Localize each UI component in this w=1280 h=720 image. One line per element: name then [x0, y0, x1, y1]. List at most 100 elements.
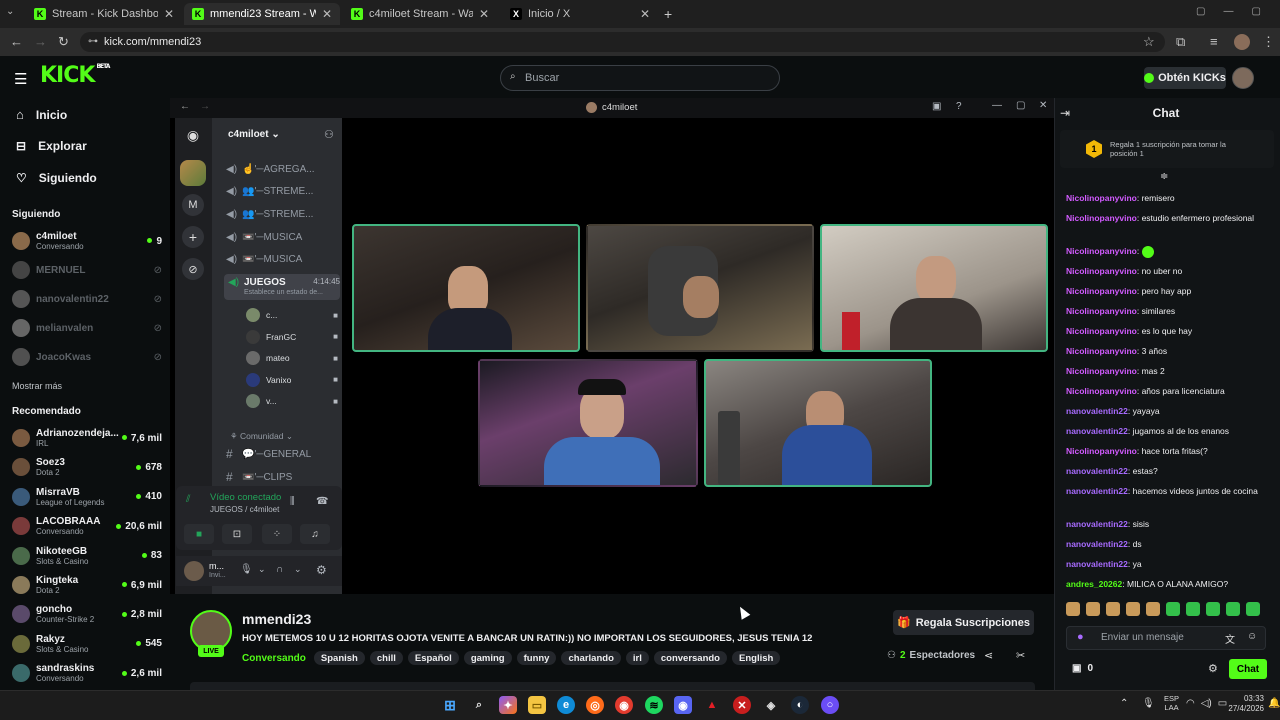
- activities-button[interactable]: ⁘: [262, 524, 292, 544]
- screenshare-button[interactable]: ⊡: [222, 524, 252, 544]
- app-icon[interactable]: ✕: [733, 696, 751, 714]
- server-c4miloet-icon[interactable]: [180, 160, 206, 186]
- headphones-options-icon[interactable]: ⌄: [294, 564, 302, 575]
- text-channel[interactable]: # 💬'─GENERAL: [226, 444, 336, 464]
- emote-icon[interactable]: [1226, 602, 1240, 616]
- video-tile[interactable]: [478, 359, 698, 487]
- stream-tag[interactable]: Español: [407, 651, 459, 665]
- share-icon[interactable]: ⋖: [984, 649, 993, 662]
- kick-logo[interactable]: KICK BETA: [40, 63, 110, 88]
- voice-user[interactable]: FranGC ■: [246, 327, 338, 347]
- chat-filter-icon[interactable]: ≑: [1160, 171, 1168, 182]
- browser-tab[interactable]: X Inicio / X ✕: [502, 3, 658, 25]
- emote-icon[interactable]: [1206, 602, 1220, 616]
- translate-icon[interactable]: 文: [1225, 631, 1235, 646]
- chat-username[interactable]: nanovalentin22: [1066, 426, 1128, 436]
- stream-tag[interactable]: irl: [625, 651, 649, 665]
- discover-icon[interactable]: ⊘: [182, 258, 204, 280]
- discord-forward-icon[interactable]: →: [200, 101, 210, 112]
- voice-channel[interactable]: ◀) 👥'─STREME...: [226, 204, 336, 224]
- emote-icon[interactable]: [1066, 602, 1080, 616]
- chat-username[interactable]: nanovalentin22: [1066, 486, 1128, 496]
- emote-icon[interactable]: [1086, 602, 1100, 616]
- recommended-channel[interactable]: LACOBRAAA Conversando 20,6 mil: [12, 513, 162, 539]
- video-tile[interactable]: [820, 224, 1048, 352]
- site-info-icon[interactable]: ⊶: [88, 36, 98, 47]
- recommended-channel[interactable]: Adrianozendeja... IRL 7,6 mil: [12, 425, 162, 451]
- gift-subscriptions-button[interactable]: 🎁 Regala Suscripciones: [893, 610, 1034, 635]
- send-chat-button[interactable]: Chat: [1229, 659, 1267, 679]
- chat-settings-icon[interactable]: ⚙: [1208, 662, 1218, 675]
- server-name-dropdown[interactable]: c4miloet ⌄: [228, 129, 280, 140]
- get-kicks-button[interactable]: Obtén KICKs: [1144, 67, 1226, 89]
- voice-user[interactable]: v... ■: [246, 391, 338, 411]
- forward-icon[interactable]: →: [34, 34, 47, 49]
- profile-avatar[interactable]: [1234, 34, 1250, 50]
- pinned-gift-banner[interactable]: 1 Regala 1 suscripción para tomar la pos…: [1060, 130, 1274, 168]
- streamer-name[interactable]: mmendi23: [242, 611, 311, 627]
- following-channel[interactable]: MERNUEL ⊘: [12, 257, 162, 283]
- copilot-icon[interactable]: ✦: [499, 696, 517, 714]
- stream-tag[interactable]: gaming: [463, 651, 512, 665]
- voice-channel[interactable]: ◀) 👥'─STREME...: [226, 182, 336, 202]
- voice-user[interactable]: mateo ■: [246, 348, 338, 368]
- app-icon[interactable]: ▲: [703, 696, 721, 714]
- chat-username[interactable]: Nicolinopanyvino: [1066, 346, 1137, 356]
- chat-input[interactable]: ● Enviar un mensaje 文 ☺: [1066, 626, 1266, 650]
- category-comunidad[interactable]: ⚘ Comunidad ⌄: [230, 431, 293, 442]
- browser-menu-icon[interactable]: ⋮: [1262, 34, 1275, 50]
- discord-back-icon[interactable]: ←: [180, 101, 190, 112]
- chat-username[interactable]: Nicolinopanyvino: [1066, 306, 1137, 316]
- headphones-icon[interactable]: ∩: [276, 564, 283, 575]
- following-channel[interactable]: c4miloet Conversando 9: [12, 228, 162, 254]
- discord-taskbar-icon[interactable]: ◉: [674, 696, 692, 714]
- recommended-channel[interactable]: Kingteka Dota 2 6,9 mil: [12, 572, 162, 598]
- server-m-icon[interactable]: M: [182, 194, 204, 216]
- chat-username[interactable]: andres_20262: [1066, 579, 1122, 589]
- video-tile[interactable]: [352, 224, 580, 352]
- chat-username[interactable]: nanovalentin22: [1066, 559, 1128, 569]
- taskbar-search-icon[interactable]: ⌕: [470, 696, 488, 714]
- chat-username[interactable]: Nicolinopanyvino: [1066, 286, 1137, 296]
- stream-tag[interactable]: conversando: [653, 651, 727, 665]
- mic-options-icon[interactable]: ⌄: [258, 564, 266, 575]
- spotify-icon[interactable]: ≋: [645, 696, 663, 714]
- recommended-channel[interactable]: sandraskins Conversando 2,6 mil: [12, 660, 162, 686]
- voice-user[interactable]: c... ■: [246, 305, 338, 325]
- chat-username[interactable]: nanovalentin22: [1066, 539, 1128, 549]
- hamburger-menu-icon[interactable]: ☰: [14, 70, 27, 88]
- browser-tab-active[interactable]: Kmmendi23 Stream - Watch Live ✕: [184, 3, 340, 25]
- recommended-channel[interactable]: Soez3 Dota 2 678: [12, 454, 162, 480]
- recommended-channel[interactable]: NikoteeGB Slots & Casino 83: [12, 543, 162, 569]
- voice-user[interactable]: Vanixo ■: [246, 370, 338, 390]
- stream-tag[interactable]: English: [732, 651, 781, 665]
- close-tab-icon[interactable]: ✕: [322, 7, 332, 21]
- address-bar[interactable]: ⊶ kick.com/mmendi23: [80, 32, 1165, 52]
- firefox-icon[interactable]: ◎: [586, 696, 604, 714]
- voice-channel[interactable]: ◀) ☝️'─AGREGA...: [226, 159, 336, 179]
- browser-tab[interactable]: Kc4miloet Stream - Watch Live o ✕: [343, 3, 497, 25]
- file-explorer-icon[interactable]: ▭: [528, 696, 546, 714]
- help-icon[interactable]: ?: [956, 101, 962, 112]
- chat-username[interactable]: Nicolinopanyvino: [1066, 446, 1137, 456]
- discord-minimize-icon[interactable]: —: [992, 100, 1002, 111]
- chat-username[interactable]: Nicolinopanyvino: [1066, 246, 1137, 256]
- emote-icon[interactable]: [1186, 602, 1200, 616]
- back-icon[interactable]: ←: [10, 34, 23, 49]
- stream-tag[interactable]: funny: [516, 651, 557, 665]
- settings-gear-icon[interactable]: ⚙: [316, 563, 327, 577]
- input-language[interactable]: ESP LAA: [1164, 694, 1179, 712]
- recommended-channel[interactable]: Rakyz Slots & Casino 545: [12, 631, 162, 657]
- following-channel[interactable]: nanovalentin22 ⊘: [12, 286, 162, 312]
- mic-chat-icon[interactable]: ●: [1077, 631, 1084, 643]
- chat-username[interactable]: Nicolinopanyvino: [1066, 193, 1137, 203]
- stream-category[interactable]: Conversando: [242, 653, 306, 664]
- text-channel[interactable]: # 📼'─CLIPS: [226, 467, 336, 487]
- close-tab-icon[interactable]: ✕: [479, 7, 489, 21]
- steam-icon[interactable]: ◐: [791, 696, 809, 714]
- video-tile[interactable]: [704, 359, 932, 487]
- chat-username[interactable]: nanovalentin22: [1066, 466, 1128, 476]
- chat-username[interactable]: Nicolinopanyvino: [1066, 213, 1137, 223]
- following-channel[interactable]: JoacoKwas ⊘: [12, 344, 162, 370]
- recommended-channel[interactable]: goncho Counter-Strike 2 2,8 mil: [12, 601, 162, 627]
